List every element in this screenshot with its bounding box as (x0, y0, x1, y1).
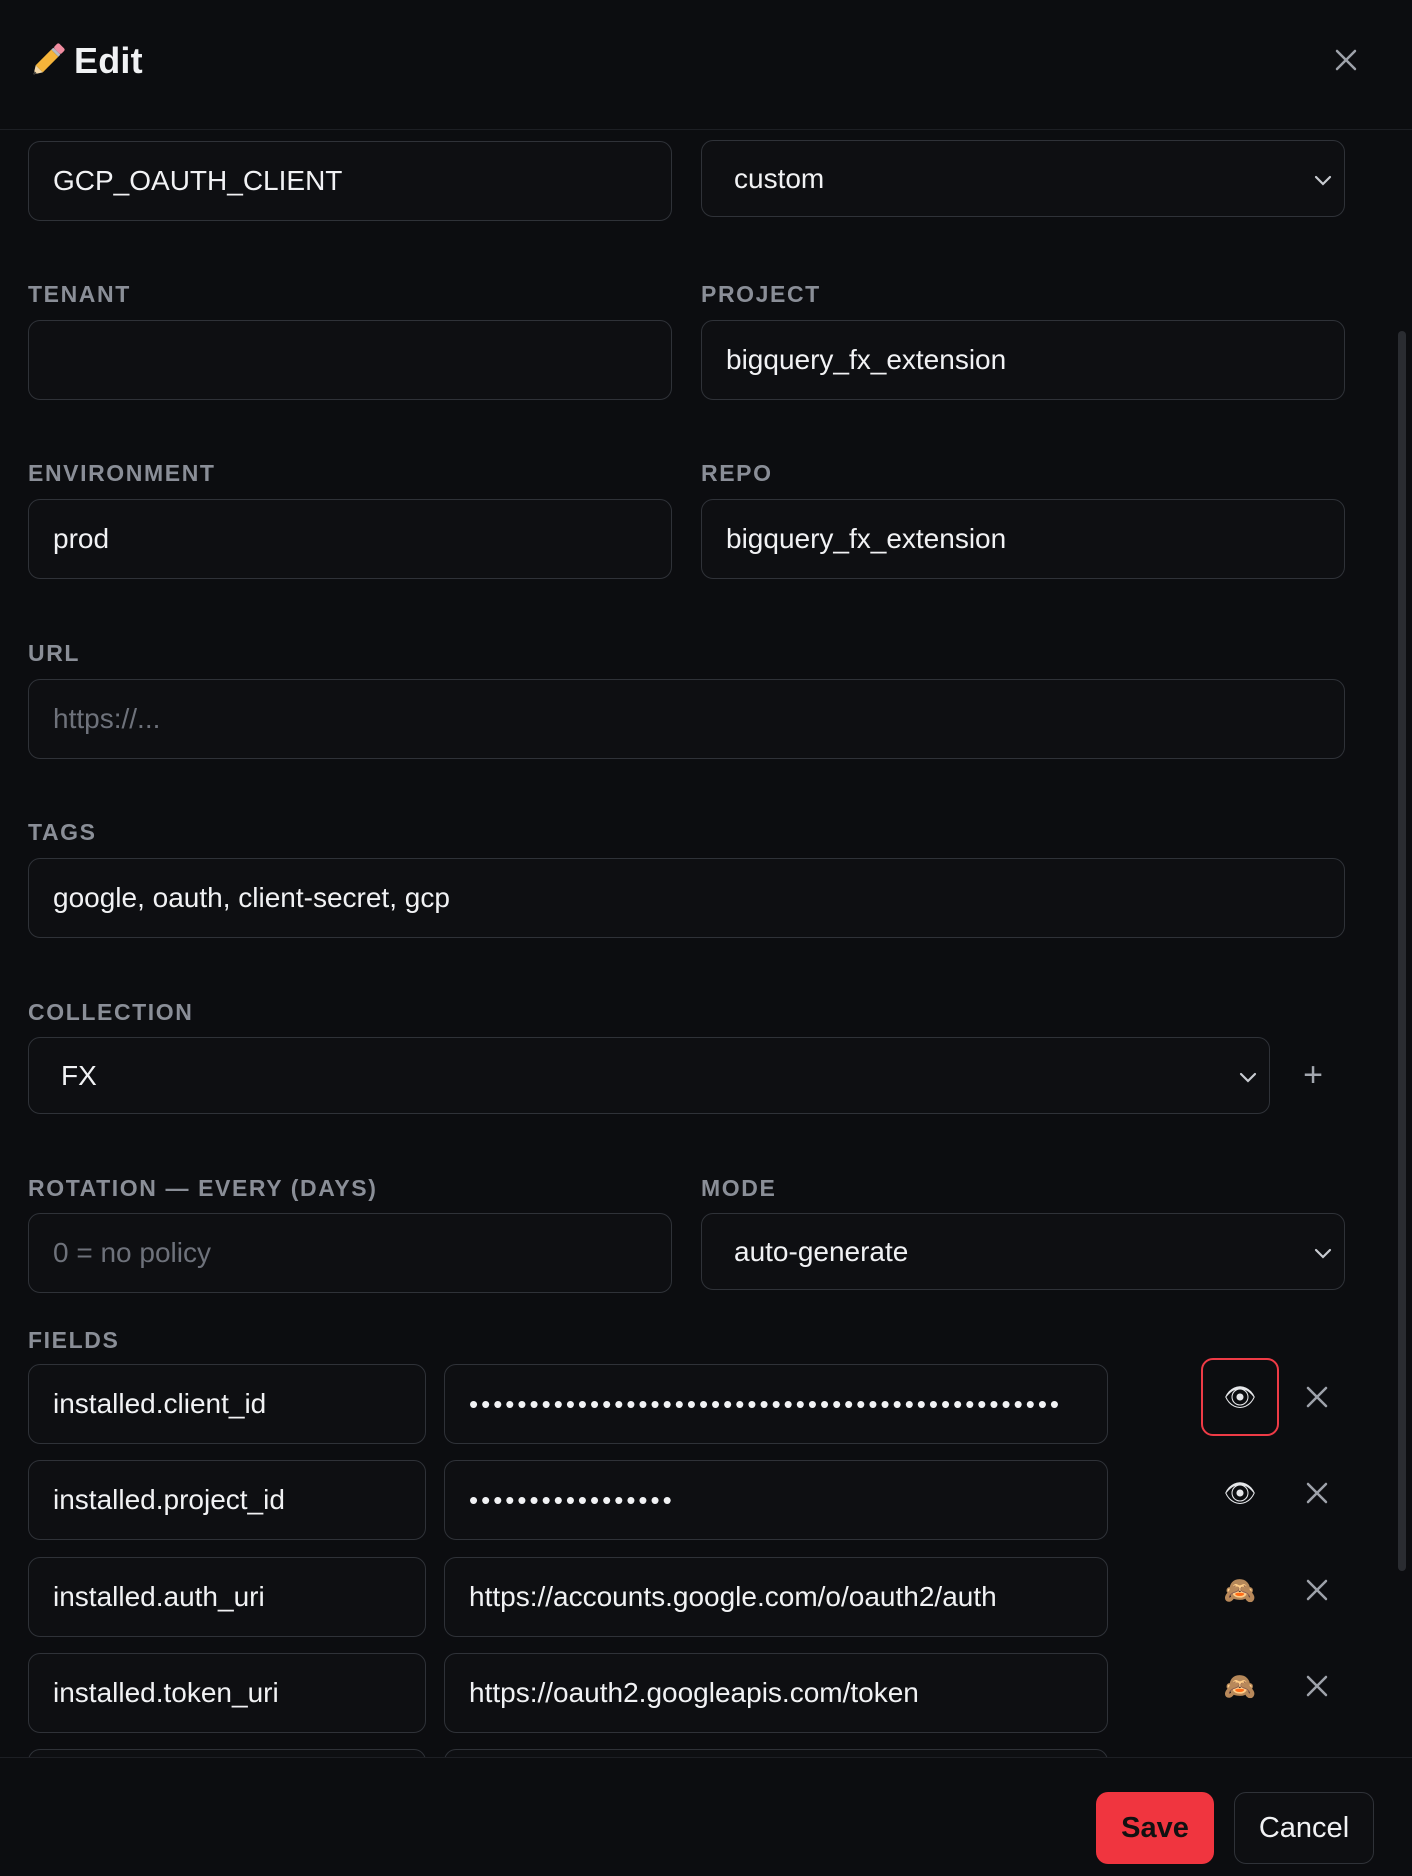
field-value-input[interactable]: ••••••••••••••••• (444, 1460, 1108, 1540)
field-key: installed.client_id (53, 1388, 267, 1419)
project-value: bigquery_fx_extension (726, 344, 1007, 375)
close-icon[interactable] (1330, 44, 1362, 76)
environment-label: ENVIRONMENT (28, 460, 216, 486)
dialog-footer: Save Cancel (0, 1757, 1412, 1876)
toggle-visibility-button[interactable]: 👁 (1201, 1454, 1279, 1532)
dialog-body[interactable]: GCP_OAUTH_CLIENT custom TENANT PROJECT b… (0, 131, 1412, 1757)
tags-value: google, oauth, client-secret, gcp (53, 882, 450, 913)
repo-value: bigquery_fx_extension (726, 523, 1007, 554)
name-value: GCP_OAUTH_CLIENT (53, 165, 343, 196)
collection-label: COLLECTION (28, 999, 194, 1025)
see-no-evil-monkey-icon: 🙈 (1223, 1670, 1257, 1701)
scrollbar[interactable] (1398, 331, 1406, 1571)
dialog-title: Edit (74, 40, 143, 81)
project-label: PROJECT (701, 281, 821, 307)
tags-label: TAGS (28, 819, 97, 845)
url-label: URL (28, 640, 81, 666)
remove-field-icon[interactable] (1300, 1476, 1334, 1510)
toggle-visibility-button[interactable]: 🙈 (1201, 1647, 1279, 1725)
see-no-evil-monkey-icon: 🙈 (1223, 1574, 1257, 1605)
collection-select[interactable]: FX (28, 1037, 1270, 1114)
mode-select[interactable]: auto-generate (701, 1213, 1345, 1290)
tenant-label: TENANT (28, 281, 131, 307)
remove-field-icon[interactable] (1300, 1669, 1334, 1703)
eye-icon: 👁 (1223, 1477, 1257, 1508)
environment-value: prod (53, 523, 110, 554)
type-value: custom (734, 162, 825, 194)
field-key-input[interactable]: installed.client_id (28, 1364, 426, 1444)
dialog-header: Edit (0, 0, 1412, 130)
field-key-input[interactable]: installed.token_uri (28, 1653, 426, 1733)
eye-icon: 👁 (1223, 1381, 1257, 1412)
pencil-icon (33, 43, 65, 75)
field-value: https://accounts.google.com/o/oauth2/aut… (469, 1581, 997, 1612)
field-value: ••••••••••••••••• (469, 1484, 675, 1515)
remove-field-icon[interactable] (1300, 1380, 1334, 1414)
type-select[interactable]: custom (701, 140, 1345, 217)
environment-input[interactable]: prod (28, 499, 672, 579)
field-key: installed.token_uri (53, 1677, 279, 1708)
url-input[interactable]: https://... (28, 679, 1345, 759)
cancel-button[interactable]: Cancel (1234, 1792, 1374, 1864)
field-key-input[interactable] (28, 1749, 426, 1757)
project-input[interactable]: bigquery_fx_extension (701, 320, 1345, 400)
field-value-input[interactable]: https://accounts.google.com/o/oauth2/aut… (444, 1557, 1108, 1637)
url-placeholder: https://... (53, 703, 161, 734)
name-input[interactable]: GCP_OAUTH_CLIENT (28, 141, 672, 221)
toggle-visibility-button[interactable]: 👁 (1201, 1358, 1279, 1436)
repo-input[interactable]: bigquery_fx_extension (701, 499, 1345, 579)
mode-value: auto-generate (734, 1235, 909, 1267)
remove-field-icon[interactable] (1300, 1573, 1334, 1607)
field-value-input[interactable] (444, 1749, 1108, 1757)
field-key: installed.project_id (53, 1484, 285, 1515)
rotation-input[interactable]: 0 = no policy (28, 1213, 672, 1293)
rotation-label: ROTATION — EVERY (DAYS) (28, 1175, 378, 1201)
fields-label: FIELDS (28, 1327, 120, 1353)
tags-input[interactable]: google, oauth, client-secret, gcp (28, 858, 1345, 938)
field-value-input[interactable]: ••••••••••••••••••••••••••••••••••••••••… (444, 1364, 1108, 1444)
field-key-input[interactable]: installed.auth_uri (28, 1557, 426, 1637)
chevron-down-icon (1314, 1248, 1332, 1259)
field-value: ••••••••••••••••••••••••••••••••••••••••… (469, 1388, 1063, 1419)
rotation-placeholder: 0 = no policy (53, 1237, 211, 1268)
title-wrap: Edit (28, 40, 143, 82)
field-value-input[interactable]: https://oauth2.googleapis.com/token (444, 1653, 1108, 1733)
chevron-down-icon (1314, 175, 1332, 186)
repo-label: REPO (701, 460, 773, 486)
add-collection-button[interactable]: + (1300, 1052, 1326, 1098)
mode-label: MODE (701, 1175, 777, 1201)
field-key-input[interactable]: installed.project_id (28, 1460, 426, 1540)
save-button[interactable]: Save (1096, 1792, 1214, 1864)
collection-value: FX (61, 1059, 97, 1091)
chevron-down-icon (1239, 1072, 1257, 1083)
field-value: https://oauth2.googleapis.com/token (469, 1677, 919, 1708)
field-key: installed.auth_uri (53, 1581, 265, 1612)
toggle-visibility-button[interactable]: 🙈 (1201, 1551, 1279, 1629)
tenant-input[interactable] (28, 320, 672, 400)
